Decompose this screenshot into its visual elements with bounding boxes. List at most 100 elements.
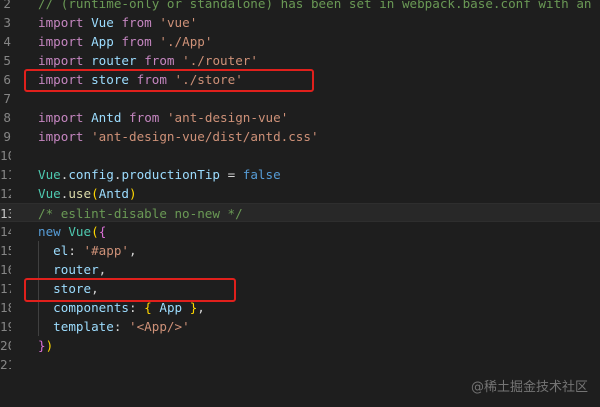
code-token: from xyxy=(129,110,160,125)
highlight-box-store-property xyxy=(24,278,236,302)
line-number: 12 xyxy=(0,186,11,201)
code-token: el xyxy=(53,243,69,258)
code-token: import xyxy=(38,34,84,49)
code-line-16[interactable]: 16 router, xyxy=(0,260,600,279)
code-token: './router' xyxy=(182,53,258,68)
code-token: ( xyxy=(91,186,99,201)
code-token: false xyxy=(242,167,281,182)
line-number: 19 xyxy=(0,319,11,334)
code-line-8[interactable]: 8 import Antd from 'ant-design-vue' xyxy=(0,108,600,127)
code-token: from xyxy=(121,15,152,30)
code-text: }) xyxy=(38,336,53,355)
code-text: router, xyxy=(38,260,106,279)
code-token: components xyxy=(53,300,129,315)
code-token: 'vue' xyxy=(159,15,198,30)
line-number: 18 xyxy=(0,300,11,315)
code-token: config xyxy=(68,167,114,182)
code-token: Vue xyxy=(38,186,61,201)
code-line-11[interactable]: 11 Vue.config.productionTip = false xyxy=(0,165,600,184)
code-token: new xyxy=(38,224,61,239)
code-line-2[interactable]: 2 // (runtime-only or standalone) has bee… xyxy=(0,0,600,13)
code-token: , xyxy=(129,243,137,258)
code-line-4[interactable]: 4 import App from './App' xyxy=(0,32,600,51)
code-text: Vue.config.productionTip = false xyxy=(38,165,281,184)
code-token: Antd xyxy=(91,110,122,125)
watermark-text: @稀土掘金技术社区 xyxy=(470,380,588,395)
code-token: ) xyxy=(129,186,137,201)
code-token: App xyxy=(91,34,114,49)
code-text: el: '#app', xyxy=(38,241,137,260)
code-token: from xyxy=(144,53,175,68)
line-number: 21 xyxy=(0,357,11,372)
code-line-12[interactable]: 12 Vue.use(Antd) xyxy=(0,184,600,203)
line-number: 15 xyxy=(0,243,11,258)
code-line-9[interactable]: 9 import 'ant-design-vue/dist/antd.css' xyxy=(0,127,600,146)
code-text: import Antd from 'ant-design-vue' xyxy=(38,108,288,127)
line-number: 14 xyxy=(0,224,11,239)
code-token: use xyxy=(68,186,92,201)
code-token: productionTip xyxy=(121,167,221,182)
code-token: { xyxy=(98,224,107,239)
code-token: ( xyxy=(91,224,99,239)
code-line-3[interactable]: 3 import Vue from 'vue' xyxy=(0,13,600,32)
code-token: from xyxy=(121,34,152,49)
line-number: 10 xyxy=(0,148,11,163)
code-text: /* eslint-disable no-new */ xyxy=(38,204,243,223)
code-line-21[interactable]: 21 xyxy=(0,355,600,374)
code-token: , xyxy=(197,300,205,315)
code-text: import 'ant-design-vue/dist/antd.css' xyxy=(38,127,319,146)
line-number: 16 xyxy=(0,262,11,277)
code-text: // (runtime-only or standalone) has been… xyxy=(38,0,600,13)
line-number: 13 xyxy=(0,206,11,221)
code-token: './App' xyxy=(159,34,213,49)
code-token: ) xyxy=(45,338,54,353)
code-token: : xyxy=(129,300,145,315)
line-number: 2 xyxy=(3,0,11,11)
code-text: Vue.use(Antd) xyxy=(38,184,137,203)
code-token: import xyxy=(38,15,84,30)
code-text: template: '<App/>' xyxy=(38,317,190,336)
code-text: import router from './router' xyxy=(38,51,258,70)
line-number: 5 xyxy=(3,53,11,68)
code-line-5[interactable]: 5 import router from './router' xyxy=(0,51,600,70)
code-line-14[interactable]: 14 new Vue({ xyxy=(0,222,600,241)
line-number: 6 xyxy=(3,72,11,87)
code-token: router xyxy=(53,262,99,277)
code-token: , xyxy=(98,262,107,277)
code-editor[interactable]: 2 // (runtime-only or standalone) has bee… xyxy=(0,0,600,407)
code-text: import App from './App' xyxy=(38,32,212,51)
code-line-20[interactable]: 20}) xyxy=(0,336,600,355)
code-token: 'ant-design-vue/dist/antd.css' xyxy=(91,129,319,144)
code-token: = xyxy=(220,167,243,182)
code-token: Antd xyxy=(98,186,130,201)
code-token: '#app' xyxy=(83,243,130,258)
line-number: 17 xyxy=(0,281,11,296)
code-token: 'ant-design-vue' xyxy=(166,110,289,125)
code-text: new Vue({ xyxy=(38,222,106,241)
code-line-19[interactable]: 19 template: '<App/>' xyxy=(0,317,600,336)
code-token: App xyxy=(159,300,183,315)
code-token: { xyxy=(144,300,152,315)
code-line-15[interactable]: 15 el: '#app', xyxy=(0,241,600,260)
highlight-box-import-store xyxy=(24,69,314,92)
code-line-13[interactable]: 13 /* eslint-disable no-new */ xyxy=(0,203,600,222)
code-token: import xyxy=(38,110,84,125)
code-token: /* eslint-disable no-new */ xyxy=(38,206,243,221)
line-number: 9 xyxy=(3,129,11,144)
line-number: 7 xyxy=(3,91,11,106)
code-token: Vue xyxy=(91,15,114,30)
code-token: Vue xyxy=(38,167,61,182)
code-token: import xyxy=(38,53,84,68)
code-line-10[interactable]: 10 xyxy=(0,146,600,165)
